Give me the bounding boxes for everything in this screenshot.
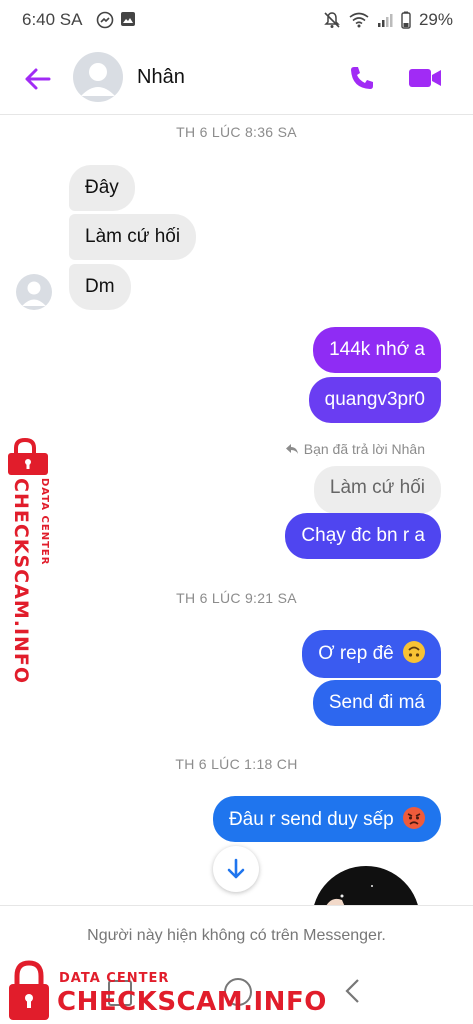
incoming-message[interactable]: Đây <box>69 165 135 211</box>
battery-icon <box>401 11 411 29</box>
outgoing-message[interactable]: Send đi má <box>312 680 441 726</box>
timestamp: TH 6 LÚC 9:21 SA <box>176 590 297 606</box>
outgoing-message[interactable]: Ơ rep đê <box>302 630 441 678</box>
video-camera-icon[interactable] <box>408 64 442 92</box>
contact-name[interactable]: Nhân <box>137 66 185 89</box>
timestamp: TH 6 LÚC 1:18 CH <box>175 756 298 772</box>
scroll-to-bottom-button[interactable] <box>213 846 259 892</box>
messenger-icon <box>96 11 114 29</box>
contact-avatar[interactable] <box>73 52 123 102</box>
status-bar: 6:40 SA 29% <box>0 0 473 40</box>
reply-icon <box>285 444 298 454</box>
nav-back-icon[interactable] <box>343 978 363 1004</box>
watermark-big-text: CHECKSCAM.INFO <box>57 987 327 1017</box>
watermark-bottom: DATA CENTER CHECKSCAM.INFO <box>0 960 326 1024</box>
outgoing-message[interactable]: quangv3pr0 <box>308 377 441 423</box>
timestamp: TH 6 LÚC 8:36 SA <box>176 124 297 140</box>
outgoing-message[interactable]: Chạy đc bn r a <box>285 513 441 559</box>
lock-icon <box>9 960 49 1020</box>
sender-avatar[interactable] <box>16 274 52 310</box>
outgoing-message[interactable]: 144k nhớ a <box>313 327 441 373</box>
arrow-left-icon[interactable] <box>22 64 52 94</box>
reply-note-text: Bạn đã trả lời Nhân <box>303 441 425 457</box>
arrow-down-icon <box>227 858 245 879</box>
watermark-small-text: DATA CENTER <box>39 478 50 566</box>
watermark-small-text: DATA CENTER <box>59 971 170 986</box>
message-text: Đâu r send duy sếp <box>228 809 394 830</box>
composer-unavailable-notice: Người này hiện không có trên Messenger. <box>0 905 473 966</box>
watermark-side: DATA CENTER CHECKSCAM.INFO <box>0 438 52 684</box>
default-avatar-icon <box>22 281 46 306</box>
default-avatar-icon <box>81 63 115 96</box>
message-text: Ơ rep đê <box>318 643 394 664</box>
incoming-message[interactable]: Làm cứ hối <box>69 214 197 260</box>
signal-icon <box>377 14 393 27</box>
battery-percent: 29% <box>418 10 453 29</box>
wifi-icon <box>349 12 369 28</box>
lock-icon <box>8 438 48 475</box>
conversation-header: Nhân <box>0 42 473 115</box>
mute-icon <box>324 12 340 28</box>
outgoing-message[interactable]: Đâu r send duy sếp <box>212 796 441 842</box>
phone-icon[interactable] <box>348 64 376 92</box>
incoming-message[interactable]: Dm <box>69 264 131 310</box>
quoted-message[interactable]: Làm cứ hối <box>313 466 441 514</box>
status-time: 6:40 SA <box>22 10 83 29</box>
angry-face-emoji-icon <box>403 807 425 829</box>
unavailable-notice-text: Người này hiện không có trên Messenger. <box>87 927 386 944</box>
upside-down-face-emoji-icon <box>403 641 425 663</box>
image-icon <box>121 12 135 26</box>
reply-note: Bạn đã trả lời Nhân <box>285 441 425 457</box>
watermark-big-text: CHECKSCAM.INFO <box>10 478 32 685</box>
